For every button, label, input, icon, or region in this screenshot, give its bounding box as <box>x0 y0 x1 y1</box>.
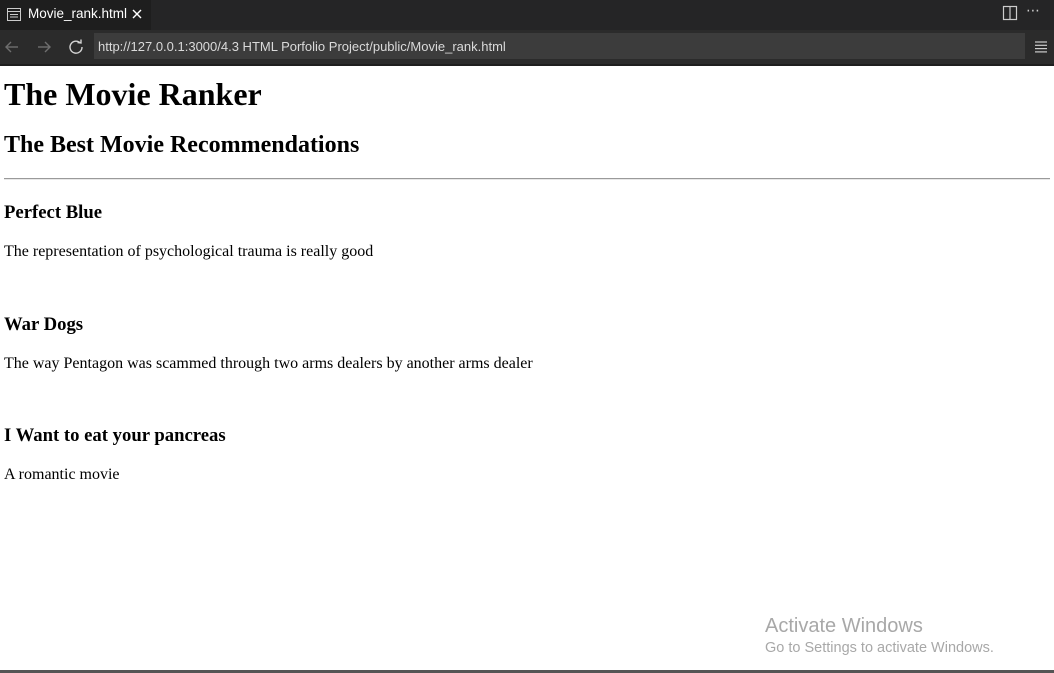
activate-windows-watermark: Activate Windows Go to Settings to activ… <box>765 614 994 657</box>
split-editor-icon[interactable] <box>1002 5 1018 21</box>
movie-description: The way Pentagon was scammed through two… <box>4 355 533 372</box>
movie-entry: I Want to eat your pancreas A romantic m… <box>4 425 226 484</box>
menu-icon[interactable] <box>1034 40 1048 53</box>
horizontal-rule <box>4 178 1050 180</box>
movie-title: Perfect Blue <box>4 202 103 223</box>
more-actions-icon[interactable]: ⋯ <box>1026 4 1044 20</box>
url-input[interactable] <box>94 33 1025 59</box>
arrow-right-icon[interactable] <box>35 38 53 56</box>
movie-description: A romantic movie <box>4 466 120 483</box>
browser-preview-icon <box>7 8 21 21</box>
watermark-subtitle: Go to Settings to activate Windows. <box>765 640 994 656</box>
close-icon[interactable] <box>130 7 144 21</box>
movie-title: I Want to eat your pancreas <box>4 425 226 446</box>
browser-nav-bar <box>0 30 1054 64</box>
movie-entry: War Dogs The way Pentagon was scammed th… <box>4 314 533 373</box>
movie-description: The representation of psychological trau… <box>4 243 374 260</box>
tab-title: Movie_rank.html <box>28 6 128 21</box>
editor-tab-bar: Movie_rank.html ⋯ <box>0 0 1054 30</box>
tab-movie-rank[interactable]: Movie_rank.html <box>0 0 151 30</box>
movie-entry: Perfect Blue The representation of psych… <box>4 202 373 261</box>
reload-icon[interactable] <box>67 38 85 56</box>
arrow-left-icon[interactable] <box>3 38 21 56</box>
page-content: The Movie Ranker The Best Movie Recommen… <box>0 66 1054 670</box>
watermark-title: Activate Windows <box>765 615 923 637</box>
page-subtitle: The Best Movie Recommendations <box>4 132 360 158</box>
movie-title: War Dogs <box>4 314 84 335</box>
page-title: The Movie Ranker <box>4 76 262 112</box>
